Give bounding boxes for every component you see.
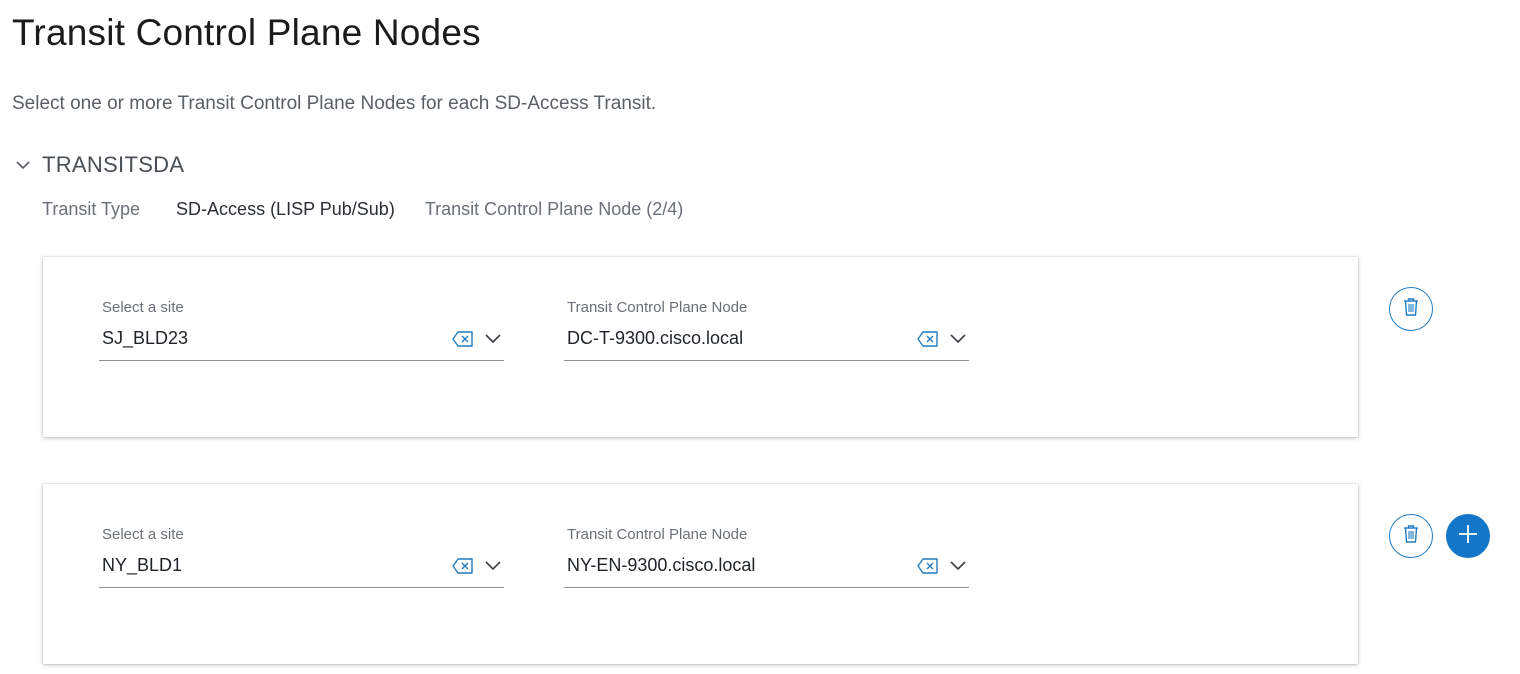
site-select-value[interactable]: SJ_BLD23 [102,328,188,349]
transit-node-select-value[interactable]: NY-EN-9300.cisco.local [567,555,755,576]
chevron-down-icon[interactable] [14,156,32,174]
transit-type-value: SD-Access (LISP Pub/Sub) [176,199,395,219]
transit-node-select-field[interactable]: Transit Control Plane Node DC-T-9300.cis… [564,297,969,361]
section-title: TRANSITSDA [42,152,185,177]
clear-input-icon[interactable] [917,330,939,348]
field-underline [564,587,969,588]
transit-meta-row: Transit Type SD-Access (LISP Pub/Sub) Tr… [42,199,683,220]
page-title: Transit Control Plane Nodes [12,12,481,53]
transit-node-select-value[interactable]: DC-T-9300.cisco.local [567,328,743,349]
delete-row-button[interactable] [1389,514,1433,558]
site-select-label: Select a site [102,526,184,543]
site-select-value[interactable]: NY_BLD1 [102,555,182,576]
chevron-down-icon[interactable] [484,556,502,574]
clear-input-icon[interactable] [452,330,474,348]
add-row-button[interactable] [1446,514,1490,558]
site-select-field[interactable]: Select a site NY_BLD1 [99,524,504,588]
field-underline [564,360,969,361]
chevron-down-icon[interactable] [949,329,967,347]
plus-icon [1458,524,1478,549]
trash-icon [1402,524,1420,549]
field-underline [99,587,504,588]
trash-icon [1402,297,1420,322]
delete-row-button[interactable] [1389,287,1433,331]
transit-node-select-field[interactable]: Transit Control Plane Node NY-EN-9300.ci… [564,524,969,588]
transit-type-label: Transit Type [42,199,141,219]
node-row-card: Select a site SJ_BLD23 Transit Control P… [43,257,1358,437]
transit-node-select-label: Transit Control Plane Node [567,526,748,543]
node-row-card: Select a site NY_BLD1 Transit Control Pl… [43,484,1358,664]
node-count-label: Transit Control Plane Node (2/4) [424,199,684,219]
section-header-transitsda[interactable]: TRANSITSDA [14,152,184,178]
clear-input-icon[interactable] [452,557,474,575]
site-select-label: Select a site [102,299,184,316]
chevron-down-icon[interactable] [484,329,502,347]
chevron-down-icon[interactable] [949,556,967,574]
site-select-field[interactable]: Select a site SJ_BLD23 [99,297,504,361]
field-underline [99,360,504,361]
clear-input-icon[interactable] [917,557,939,575]
transit-node-select-label: Transit Control Plane Node [567,299,748,316]
page-subtitle: Select one or more Transit Control Plane… [12,93,657,114]
